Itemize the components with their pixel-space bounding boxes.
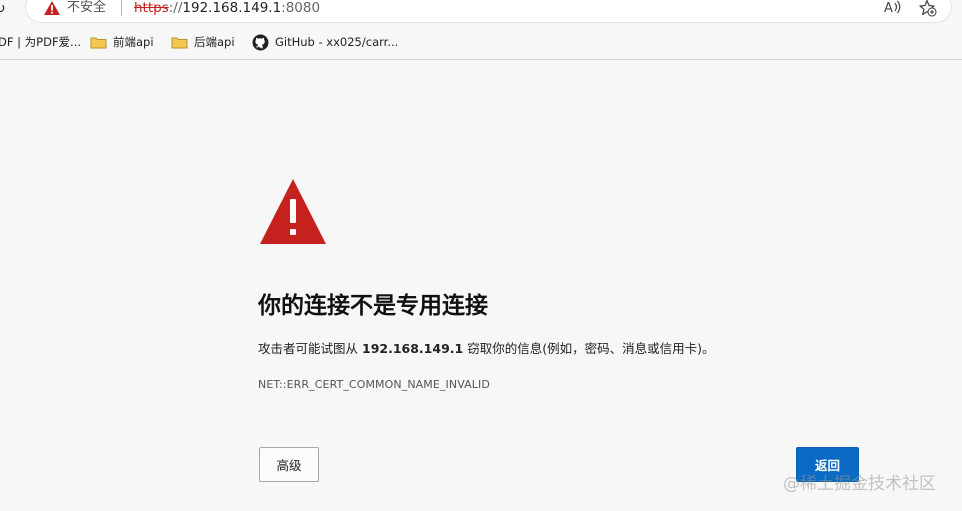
url-separator: :// [168, 0, 183, 16]
address-bar[interactable]: 不安全 https://192.168.149.1:8080 A [26, 0, 951, 22]
address-divider [121, 0, 122, 16]
bookmark-github[interactable]: GitHub - xx025/carr... [252, 33, 398, 51]
not-secure-label[interactable]: 不安全 [67, 0, 106, 16]
folder-icon [171, 37, 188, 49]
bookmark-label: GitHub - xx025/carr... [275, 35, 399, 49]
warning-message: 攻击者可能试图从 192.168.149.1 窃取你的信息(例如，密码、消息或信… [258, 340, 714, 358]
url-port: :8080 [281, 0, 321, 16]
bookmark-pdf[interactable]: DF | 为PDF爱... [0, 33, 81, 51]
message-host: 192.168.149.1 [362, 341, 464, 356]
read-aloud-icon[interactable]: A [884, 0, 902, 15]
advanced-button[interactable]: 高级 [259, 447, 319, 482]
not-secure-warning-icon[interactable] [43, 0, 61, 16]
bookmarks-bar: DF | 为PDF爱... 前端api 后端api GitHub - xx025… [0, 30, 962, 52]
message-prefix: 攻击者可能试图从 [258, 341, 359, 356]
bookmark-frontend-api[interactable]: 前端api [90, 33, 154, 51]
watermark-text: @稀土掘金技术社区 [783, 474, 936, 494]
message-suffix: 窃取你的信息(例如，密码、消息或信用卡)。 [467, 341, 715, 356]
bookmark-label: 后端api [194, 35, 235, 49]
reload-icon[interactable]: ↻ [0, 1, 8, 17]
svg-text:A: A [884, 1, 893, 15]
browser-chrome: ↻ 不安全 https://192.168.149.1:8080 A DF | … [0, 0, 962, 60]
error-code[interactable]: NET::ERR_CERT_COMMON_NAME_INVALID [258, 377, 490, 393]
warning-triangle-icon [260, 179, 326, 244]
bookmark-label: 前端api [113, 35, 154, 49]
url-host: 192.168.149.1 [182, 0, 282, 16]
url-text[interactable]: https://192.168.149.1:8080 [134, 0, 320, 16]
url-scheme: https [134, 0, 169, 16]
folder-icon [90, 37, 107, 49]
page-heading: 你的连接不是专用连接 [258, 293, 488, 319]
bookmark-label: DF | 为PDF爱... [0, 35, 82, 49]
github-icon [252, 34, 269, 50]
bookmark-backend-api[interactable]: 后端api [171, 33, 235, 51]
add-favorite-icon[interactable] [919, 0, 937, 17]
